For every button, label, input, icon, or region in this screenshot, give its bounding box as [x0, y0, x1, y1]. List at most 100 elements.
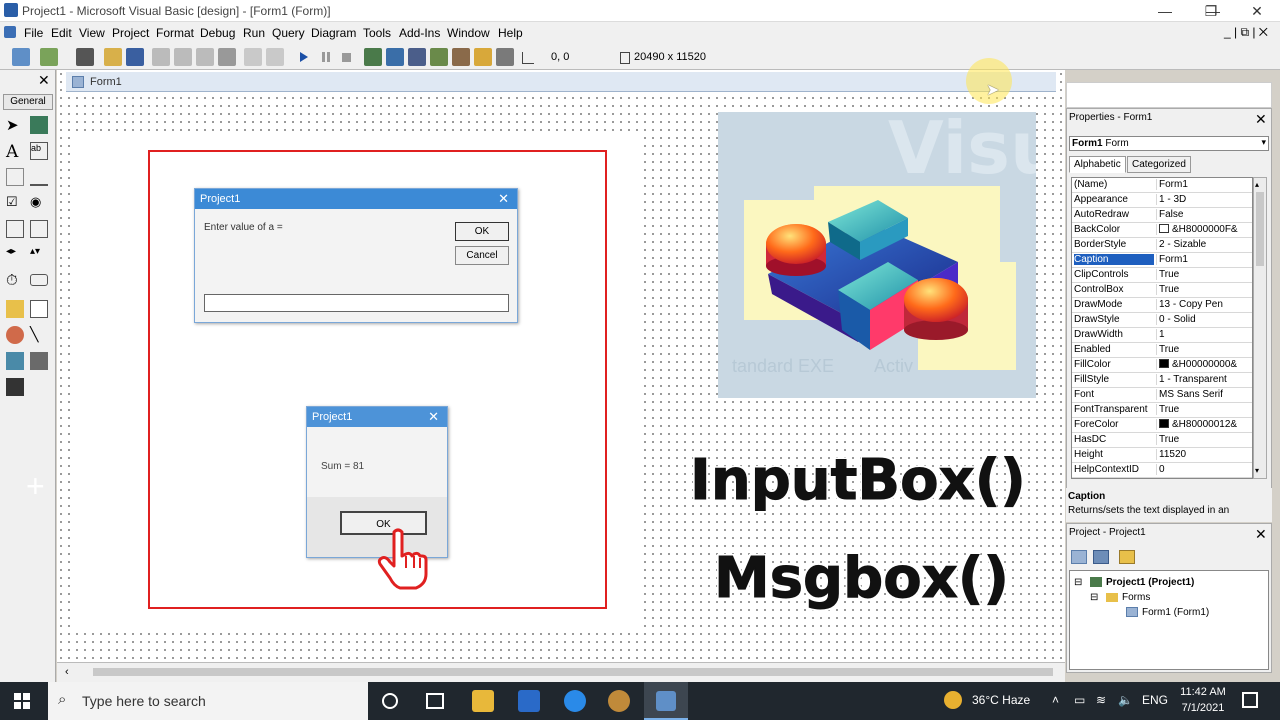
- property-value[interactable]: 1: [1156, 329, 1252, 340]
- property-value[interactable]: MS Sans Serif: [1156, 389, 1252, 400]
- timer-tool-icon[interactable]: ⏱: [6, 272, 24, 290]
- property-row[interactable]: ForeColor &H80000012&: [1072, 418, 1252, 433]
- vscrollbar-tool-icon[interactable]: ▴▾: [30, 246, 48, 264]
- property-row[interactable]: FillStyle 1 - Transparent: [1072, 373, 1252, 388]
- paste-icon[interactable]: [196, 48, 214, 66]
- menu-window[interactable]: Window: [447, 26, 490, 40]
- property-row[interactable]: DrawWidth 1: [1072, 328, 1252, 343]
- menu-help[interactable]: Help: [498, 26, 523, 40]
- menu-file[interactable]: File: [24, 26, 43, 40]
- property-row[interactable]: HasDC True: [1072, 433, 1252, 448]
- property-value[interactable]: Form1: [1156, 179, 1252, 190]
- property-row[interactable]: FillColor &H00000000&: [1072, 358, 1252, 373]
- browser-icon[interactable]: [564, 690, 586, 712]
- tray-chevron-icon[interactable]: ˄: [1052, 693, 1059, 707]
- scroll-left-icon[interactable]: ‹: [65, 666, 69, 678]
- tray-network-icon[interactable]: ▭: [1074, 693, 1085, 707]
- form1-window-tab[interactable]: Form1: [66, 72, 1056, 92]
- property-row[interactable]: DrawStyle 0 - Solid: [1072, 313, 1252, 328]
- menu-tools[interactable]: Tools: [363, 26, 391, 40]
- file-explorer-icon[interactable]: [472, 690, 494, 712]
- properties-window-icon[interactable]: [386, 48, 404, 66]
- image-tool-icon[interactable]: [6, 352, 24, 370]
- property-row[interactable]: Caption Form1: [1072, 253, 1252, 268]
- tray-date[interactable]: 7/1/2021: [1178, 702, 1228, 714]
- commandbutton-tool-icon[interactable]: [30, 168, 48, 186]
- ole-tool-icon[interactable]: [6, 378, 24, 396]
- notifications-icon[interactable]: [1242, 692, 1258, 708]
- view-object-icon[interactable]: [1093, 550, 1109, 564]
- menu-project[interactable]: Project: [112, 26, 149, 40]
- inputbox-ok-button[interactable]: OK: [455, 222, 509, 241]
- project-close-button[interactable]: ✕: [1255, 526, 1267, 543]
- property-row[interactable]: ClipControls True: [1072, 268, 1252, 283]
- scroll-thumb[interactable]: [93, 668, 1053, 676]
- tree-form1-item[interactable]: Form1 (Form1): [1142, 607, 1209, 618]
- property-row[interactable]: (Name) Form1: [1072, 178, 1252, 193]
- dirlistbox-tool-icon[interactable]: [6, 300, 24, 318]
- property-value[interactable]: 13 - Copy Pen: [1156, 299, 1252, 310]
- tree-collapse-icon[interactable]: ⊟: [1074, 577, 1082, 588]
- chevron-down-icon[interactable]: ▾: [1261, 137, 1266, 148]
- component-manager-icon[interactable]: [496, 48, 514, 66]
- filelistbox-tool-icon[interactable]: [30, 300, 48, 318]
- tree-collapse-forms-icon[interactable]: ⊟: [1090, 592, 1098, 603]
- mdi-child-controls[interactable]: _ | ⧉ | ✕: [1224, 25, 1268, 40]
- property-value[interactable]: Form1: [1156, 254, 1252, 265]
- menu-debug[interactable]: Debug: [200, 26, 235, 40]
- tray-volume-icon[interactable]: 🔈: [1118, 693, 1133, 707]
- property-value[interactable]: False: [1156, 209, 1252, 220]
- menu-query[interactable]: Query: [272, 26, 305, 40]
- combobox-tool-icon[interactable]: [6, 220, 24, 238]
- property-row[interactable]: Appearance 1 - 3D: [1072, 193, 1252, 208]
- textbox-tool-icon[interactable]: ab: [30, 142, 48, 160]
- menu-format[interactable]: Format: [156, 26, 194, 40]
- drivelistbox-tool-icon[interactable]: [30, 274, 48, 286]
- property-value[interactable]: True: [1156, 404, 1252, 415]
- cortana-icon[interactable]: [382, 693, 398, 709]
- property-row[interactable]: Enabled True: [1072, 343, 1252, 358]
- property-row[interactable]: Font MS Sans Serif: [1072, 388, 1252, 403]
- tray-wifi-icon[interactable]: ≋: [1096, 693, 1106, 707]
- tray-time[interactable]: 11:42 AM: [1178, 686, 1228, 698]
- find-icon[interactable]: [218, 48, 236, 66]
- menu-editor-icon[interactable]: [76, 48, 94, 66]
- picturebox-tool-icon[interactable]: [30, 116, 48, 134]
- property-value[interactable]: 2 - Sizable: [1156, 239, 1252, 250]
- form-layout-icon[interactable]: [408, 48, 426, 66]
- tab-categorized[interactable]: Categorized: [1127, 156, 1191, 173]
- property-row[interactable]: FontTransparent True: [1072, 403, 1252, 418]
- properties-object-select[interactable]: Form1 Form ▾: [1069, 136, 1269, 151]
- property-value[interactable]: True: [1156, 269, 1252, 280]
- undo-icon[interactable]: [244, 48, 262, 66]
- properties-scrollbar[interactable]: ▴ ▾: [1253, 177, 1267, 479]
- property-value[interactable]: True: [1156, 434, 1252, 445]
- data-tool-icon[interactable]: [30, 352, 48, 370]
- property-value[interactable]: 1 - Transparent: [1156, 374, 1252, 385]
- property-value[interactable]: 0: [1156, 464, 1252, 475]
- property-row[interactable]: HelpContextID 0: [1072, 463, 1252, 478]
- object-browser-icon[interactable]: [430, 48, 448, 66]
- redo-icon[interactable]: [266, 48, 284, 66]
- paint-icon[interactable]: [608, 690, 630, 712]
- property-value[interactable]: &H00000000&: [1156, 359, 1252, 370]
- add-project-icon[interactable]: [12, 48, 30, 66]
- pointer-tool-icon[interactable]: ➤: [6, 116, 24, 134]
- property-row[interactable]: DrawMode 13 - Copy Pen: [1072, 298, 1252, 313]
- line-tool-icon[interactable]: ╲: [30, 326, 48, 344]
- store-icon[interactable]: [518, 690, 540, 712]
- minimize-window-button[interactable]: —: [1142, 0, 1188, 22]
- tree-forms-folder[interactable]: Forms: [1122, 592, 1150, 603]
- inputbox-cancel-button[interactable]: Cancel: [455, 246, 509, 265]
- property-row[interactable]: AutoRedraw False: [1072, 208, 1252, 223]
- property-value[interactable]: 0 - Solid: [1156, 314, 1252, 325]
- add-form-icon[interactable]: [40, 48, 58, 66]
- property-value[interactable]: True: [1156, 344, 1252, 355]
- optionbutton-tool-icon[interactable]: ◉: [30, 194, 48, 212]
- scroll-down-icon[interactable]: ▾: [1255, 466, 1259, 475]
- checkbox-tool-icon[interactable]: ☑: [6, 194, 24, 212]
- hscrollbar-tool-icon[interactable]: ◂▸: [6, 246, 24, 264]
- start-icon[interactable]: [300, 52, 308, 62]
- frame-tool-icon[interactable]: [6, 168, 24, 186]
- maximize-button[interactable]: ❐: [1188, 0, 1234, 22]
